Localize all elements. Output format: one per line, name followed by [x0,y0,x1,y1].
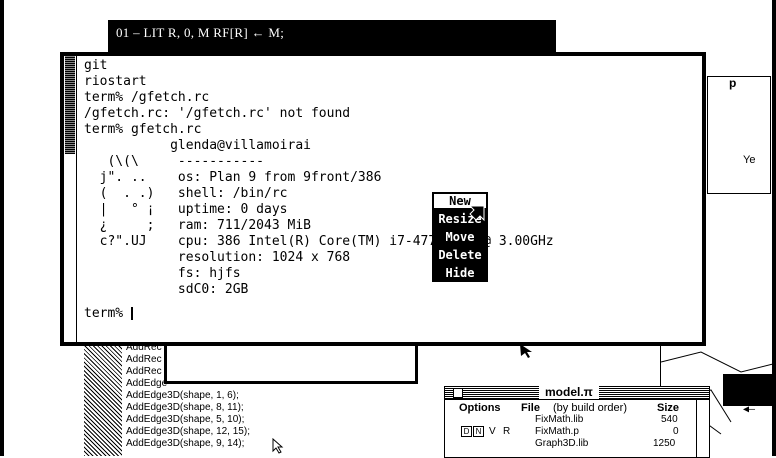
mouse-pointer-icon [468,205,485,222]
menu-item-move[interactable]: Move [432,228,488,246]
background-window-fragment[interactable] [164,340,418,384]
instruction-text: 01 – LIT R, 0, M RF[R] ← M; [116,25,285,40]
terminal-line: j". .. os: Plan 9 from 9front/386 [84,170,382,185]
terminal-line: riostart [84,74,147,89]
terminal-scrollbar[interactable] [64,56,77,342]
project-scrollbar[interactable] [696,400,709,457]
menu-item-hide[interactable]: Hide [432,264,488,282]
v-flag: V [489,426,496,437]
project-window[interactable]: model.π Options File (by build order) Si… [444,385,710,458]
project-window-title: model.π [539,385,599,399]
text-cursor [130,307,133,320]
file-size: 0 [673,426,679,437]
file-name: FixMath.lib [535,414,584,425]
terminal-line: sdC0: 2GB [84,282,249,297]
close-box[interactable] [453,388,463,398]
terminal-line: | ° ¡ uptime: 0 days [84,202,288,217]
right-window-label: p [729,76,737,90]
terminal-prompt-line[interactable]: term% [84,306,698,322]
terminal-line: fs: hjfs [84,266,241,281]
project-row[interactable]: Graph3D.lib 1250 [445,438,709,450]
file-name: Graph3D.lib [535,438,589,449]
arrow-icon: ◀— [743,404,756,415]
file-header-note: (by build order) [553,402,627,414]
file-header[interactable]: File [521,402,540,414]
project-window-titlebar[interactable]: model.π [445,385,709,400]
project-row[interactable]: FixMath.lib 540 [445,414,709,426]
terminal-line: git [84,58,108,73]
debug-flag[interactable]: D [461,426,472,437]
terminal-line: /gfetch.rc: '/gfetch.rc' not found [84,106,351,121]
file-size: 540 [661,414,678,425]
name-flag[interactable]: N [473,426,484,437]
scrollbar-thumb[interactable] [65,56,75,154]
terminal-output[interactable]: git riostart term% /gfetch.rc /gfetch.rc… [84,58,698,322]
code-line: AddEdge3D(shape, 5, 10); [126,414,245,425]
terminal-line: glenda@villamoirai [84,138,311,153]
terminal-line: ( . .) shell: /bin/rc [84,186,288,201]
code-line: AddEdge3D(shape, 1, 6); [126,390,239,401]
terminal-line: resolution: 1024 x 768 [84,250,351,265]
code-editor-gutter [84,336,122,456]
right-window-box [707,76,771,194]
file-name: FixMath.p [535,426,579,437]
project-row[interactable]: D N V R FixMath.p 0 [445,426,709,438]
terminal-line: c?".UJ cpu: 386 Intel(R) Core(TM) i7-477… [84,234,554,249]
code-line: AddEdge3D(shape, 9, 14); [126,438,245,449]
black-block [723,374,773,406]
terminal-line: ¿ ; ram: 711/2043 MiB [84,218,311,233]
terminal-prompt: term% [84,306,131,321]
arrow-cursor-icon [272,438,284,454]
terminal-line: term% /gfetch.rc [84,90,210,105]
arrow-cursor-icon [520,344,532,358]
size-header[interactable]: Size [657,402,679,414]
terminal-window[interactable]: git riostart term% /gfetch.rc /gfetch.rc… [60,52,706,346]
right-window-label: Ye [743,154,756,166]
terminal-line: (\(\ ----------- [84,154,265,169]
options-header[interactable]: Options [459,402,501,414]
menu-item-delete[interactable]: Delete [432,246,488,264]
project-header: Options File (by build order) Size [445,400,709,414]
code-line: AddEdge3D(shape, 12, 15); [126,426,250,437]
file-size: 1250 [653,438,676,449]
terminal-line: term% gfetch.rc [84,122,202,137]
code-line: AddEdge3D(shape, 8, 11); [126,402,244,413]
r-flag: R [503,426,511,437]
background-window-titlebar[interactable]: 01 – LIT R, 0, M RF[R] ← M; [108,20,556,52]
